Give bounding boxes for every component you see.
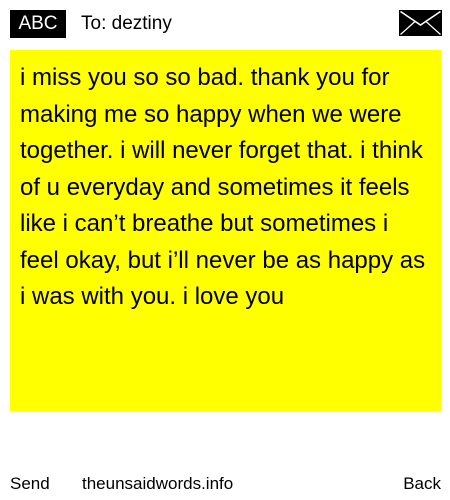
message-header: ABC To: deztiny — [0, 0, 450, 46]
back-button[interactable]: Back — [403, 470, 441, 498]
envelope-icon[interactable] — [399, 10, 442, 36]
send-button[interactable]: Send — [10, 470, 50, 498]
footer-bar: Send theunsaidwords.info Back — [0, 470, 450, 498]
message-area[interactable]: i miss you so so bad. thank you for maki… — [10, 50, 441, 411]
message-body: i miss you so so bad. thank you for maki… — [20, 64, 426, 310]
recipient-field[interactable]: To: deztiny — [81, 10, 172, 38]
input-mode-badge[interactable]: ABC — [10, 10, 66, 38]
site-link[interactable]: theunsaidwords.info — [82, 470, 233, 498]
